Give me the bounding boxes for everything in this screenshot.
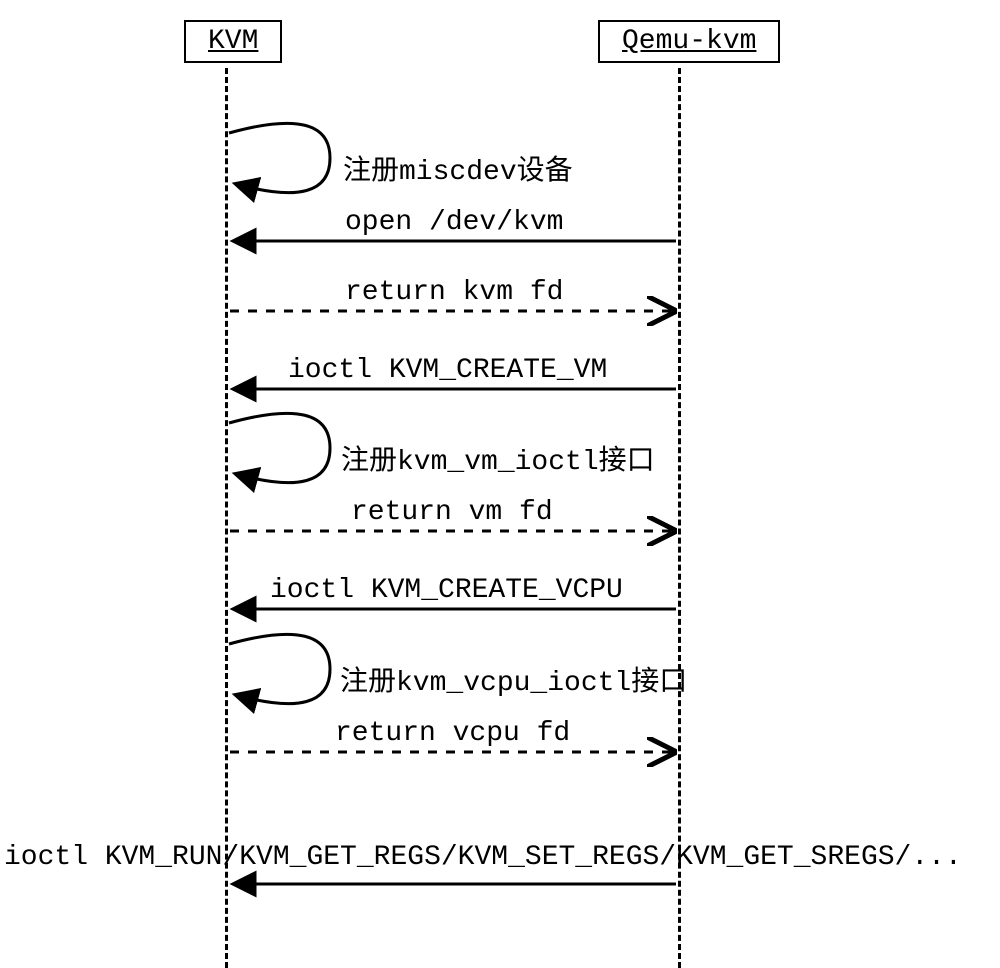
label-return-kvm-fd: return kvm fd: [345, 277, 563, 308]
participant-kvm: KVM: [184, 20, 282, 63]
label-open-dev-kvm: open /dev/kvm: [345, 207, 563, 238]
label-ioctl-create-vcpu: ioctl KVM_CREATE_VCPU: [270, 575, 623, 606]
label-return-vcpu-fd: return vcpu fd: [335, 718, 570, 749]
label-register-miscdev: 注册miscdev设备: [343, 148, 573, 188]
label-register-vm-ioctl: 注册kvm_vm_ioctl接口: [341, 438, 655, 478]
diagram-svg: [0, 0, 1000, 968]
arrow-self-vm-ioctl: [229, 413, 330, 482]
arrow-self-miscdev: [229, 123, 330, 192]
arrow-self-vcpu-ioctl: [229, 634, 330, 703]
lifeline-qemu-kvm: [678, 68, 681, 968]
label-return-vm-fd: return vm fd: [351, 497, 553, 528]
label-register-vcpu-ioctl: 注册kvm_vcpu_ioctl接口: [340, 659, 687, 699]
label-ioctl-runs: ioctl KVM_RUN/KVM_GET_REGS/KVM_SET_REGS/…: [4, 842, 962, 873]
lifeline-kvm: [225, 68, 228, 968]
participant-qemu-kvm: Qemu-kvm: [598, 20, 780, 63]
label-ioctl-create-vm: ioctl KVM_CREATE_VM: [288, 355, 607, 386]
